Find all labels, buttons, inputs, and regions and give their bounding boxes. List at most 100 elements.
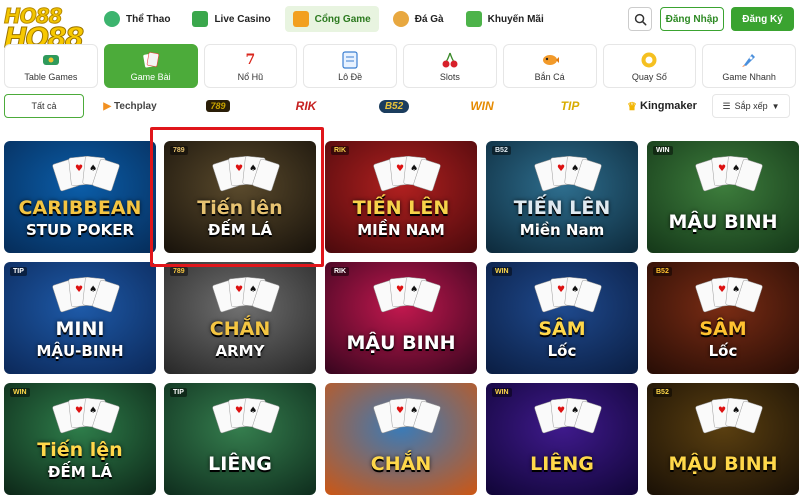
game-title: SÂM (538, 318, 586, 340)
provider-all[interactable]: Tất cả (4, 94, 84, 118)
game-title: LIÊNG (208, 453, 272, 475)
svg-text:♥: ♥ (396, 406, 404, 416)
nav-label: Cổng Game (314, 13, 371, 25)
svg-text:♥: ♥ (718, 285, 726, 295)
tab-label: Game Bài (130, 71, 171, 82)
nav-label: Đá Gà (414, 13, 444, 25)
game-title: MẬU BINH (346, 332, 456, 354)
provider-win[interactable]: WIN (440, 94, 524, 118)
svg-text:♠: ♠ (410, 164, 418, 174)
techplay-icon: ▶ (103, 100, 112, 112)
tab-table-games[interactable]: Table Games (4, 44, 98, 88)
game-title: MINI (55, 318, 105, 340)
crown-icon: ♛ (627, 100, 637, 113)
provider-789[interactable]: 789 (176, 94, 260, 118)
tab-fishing[interactable]: Bắn Cá (502, 44, 597, 88)
svg-text:♠: ♠ (571, 164, 579, 174)
svg-text:♥: ♥ (75, 406, 83, 416)
search-icon (634, 13, 646, 25)
game-tile[interactable]: ♥ ♠ CHẮN (325, 383, 477, 495)
tab-jackpot[interactable]: 7 Nổ Hũ (203, 44, 298, 88)
nav-item-cockfight[interactable]: Đá Gà (385, 6, 452, 32)
game-artwork: ♥ ♠ (164, 383, 316, 495)
game-tile[interactable]: ♥ ♠ WIN Tiến lện ĐẾM LÁ (4, 383, 156, 495)
tab-label: Table Games (24, 71, 78, 82)
game-artwork: ♥ ♠ (647, 141, 799, 253)
live-casino-icon (192, 11, 209, 27)
game-tile[interactable]: ♥ ♠ B52 SÂM Lốc (647, 262, 799, 374)
provider-badge: WIN (653, 146, 673, 155)
tab-card-games[interactable]: Game Bài (103, 44, 198, 88)
provider-label: WIN (470, 99, 494, 113)
provider-rik[interactable]: RIK (264, 94, 348, 118)
svg-text:♠: ♠ (89, 164, 97, 174)
provider-badge: WIN (492, 267, 512, 276)
lucky-seven-icon: 7 (245, 51, 256, 68)
game-subtitle: Miền Nam (519, 221, 605, 239)
tab-label: Nổ Hũ (237, 71, 264, 82)
provider-filter-bar: Tất cả ▶ Techplay 789 RIK B52 WIN TIP ♛ … (4, 94, 796, 118)
svg-text:♠: ♠ (89, 285, 97, 295)
sports-icon (104, 11, 120, 27)
search-button[interactable] (628, 7, 652, 31)
nav-label: Thể Thao (126, 13, 171, 25)
game-portal-icon (292, 11, 309, 27)
game-artwork: ♥ ♠ (325, 383, 477, 495)
game-title: TIẾN LÊN (352, 197, 450, 219)
game-tile[interactable]: ♥ ♠ TIP LIÊNG (164, 383, 316, 495)
svg-text:♥: ♥ (235, 285, 243, 295)
provider-label: TIP (560, 99, 580, 113)
lottery-ball-icon (640, 51, 658, 69)
register-button[interactable]: Đăng Ký (731, 7, 794, 31)
card-game-icon (142, 51, 160, 69)
login-button[interactable]: Đăng Nhập (660, 7, 724, 31)
svg-text:♥: ♥ (557, 285, 565, 295)
sort-dropdown[interactable]: ☰ Sắp xếp ▼ (712, 94, 790, 118)
provider-badge: WIN (10, 388, 30, 397)
game-tile[interactable]: ♥ ♠ RIK TIẾN LÊN MIỀN NAM (325, 141, 477, 253)
game-tile[interactable]: ♥ ♠ CARIBBEAN STUD POKER (4, 141, 156, 253)
game-artwork: ♥ ♠ (647, 383, 799, 495)
provider-tip[interactable]: TIP (528, 94, 612, 118)
svg-text:♠: ♠ (732, 285, 740, 295)
svg-text:♥: ♥ (396, 285, 404, 295)
tab-label: Quay Số (631, 71, 667, 82)
tab-lottery[interactable]: Lô Đề (303, 44, 397, 88)
game-tile[interactable]: ♥ ♠ 789 CHẮN ARMY (164, 262, 316, 374)
provider-b52[interactable]: B52 (352, 94, 436, 118)
tab-slots[interactable]: Slots (403, 44, 497, 88)
game-tile[interactable]: ♥ ♠ 789 Tiến lên ĐẾM LÁ (164, 141, 316, 253)
table-games-icon (42, 51, 60, 69)
svg-text:♠: ♠ (571, 406, 579, 416)
tab-quick-games[interactable]: Game Nhanh (702, 44, 796, 88)
svg-text:♥: ♥ (396, 164, 404, 174)
game-tile[interactable]: ♥ ♠ WIN LIÊNG (486, 383, 638, 495)
svg-text:♥: ♥ (718, 164, 726, 174)
game-tile[interactable]: ♥ ♠ B52 MẬU BINH (647, 383, 799, 495)
game-tile[interactable]: ♥ ♠ WIN SÂM Lốc (486, 262, 638, 374)
provider-techplay[interactable]: ▶ Techplay (88, 94, 172, 118)
svg-text:♥: ♥ (557, 406, 565, 416)
nav-item-sports[interactable]: Thể Thao (96, 6, 178, 32)
game-tile[interactable]: ♥ ♠ WIN MẬU BINH (647, 141, 799, 253)
gift-icon (465, 11, 482, 27)
category-tabs: Table Games Game Bài 7 Nổ Hũ Lô Đề Slots… (4, 44, 796, 88)
provider-label: 789 (206, 100, 230, 112)
nav-item-game-portal[interactable]: Cổng Game (284, 6, 379, 32)
tab-label: Slots (439, 71, 460, 82)
game-subtitle: STUD POKER (25, 221, 135, 239)
tab-number-draw[interactable]: Quay Số (602, 44, 697, 88)
provider-kingmaker[interactable]: ♛ Kingmaker (616, 94, 708, 118)
svg-text:♠: ♠ (249, 406, 257, 416)
game-tile[interactable]: ♥ ♠ B52 TIẾN LÊN Miền Nam (486, 141, 638, 253)
nav-label: Live Casino (214, 13, 271, 25)
game-subtitle: ĐẾM LÁ (47, 463, 113, 481)
nav-item-promotions[interactable]: Khuyến Mãi (458, 6, 552, 32)
game-title: MẬU BINH (668, 211, 778, 233)
provider-badge: RIK (331, 267, 350, 276)
svg-text:♠: ♠ (410, 406, 418, 416)
game-tile[interactable]: ♥ ♠ RIK MẬU BINH (325, 262, 477, 374)
nav-item-live-casino[interactable]: Live Casino (184, 6, 278, 32)
game-tile[interactable]: ♥ ♠ TIP MINI MẬU-BINH (4, 262, 156, 374)
main-nav: Thể Thao Live Casino Cổng Game Đá Gà Khu… (96, 6, 552, 32)
